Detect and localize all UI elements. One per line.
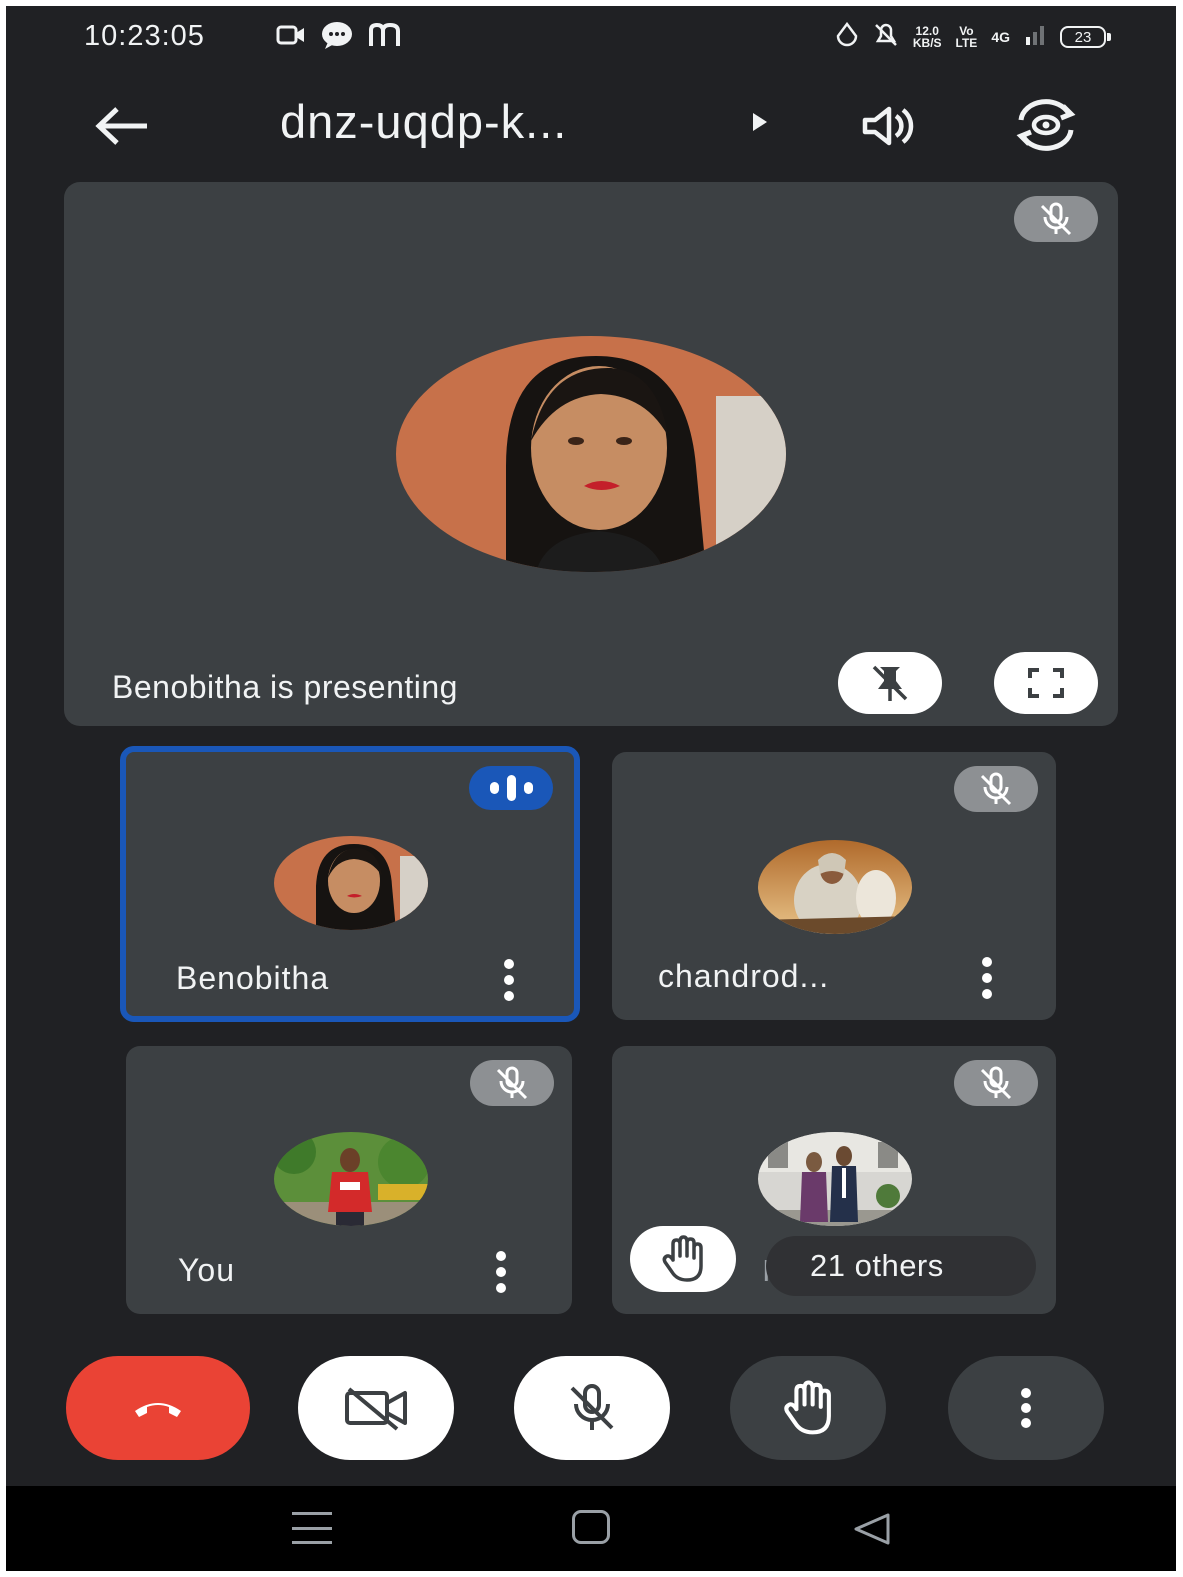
more-options-icon[interactable] (484, 1242, 518, 1302)
more-options-button[interactable] (948, 1356, 1104, 1460)
more-vert-icon (1021, 1388, 1031, 1428)
status-bar: 10:23:05 12.0 KB/S Vo LTE 4G 23 (6, 6, 1176, 68)
m-app-icon (368, 22, 402, 53)
unpin-icon (872, 665, 908, 701)
avatar (758, 1132, 912, 1226)
others-count-chip[interactable]: 21 others (766, 1236, 1036, 1296)
fullscreen-button[interactable] (994, 652, 1098, 714)
presenting-label: Benobitha is presenting (112, 669, 458, 705)
status-app-icons (276, 20, 402, 54)
mic-off-badge (954, 766, 1038, 812)
unpin-button[interactable] (838, 652, 942, 714)
camera-toggle-button[interactable] (298, 1356, 454, 1460)
raise-hand-icon (784, 1380, 831, 1435)
mic-toggle-button[interactable] (514, 1356, 670, 1460)
drop-icon (835, 21, 859, 53)
mic-off-badge (1014, 196, 1098, 242)
play-arrow-icon[interactable] (750, 111, 770, 138)
switch-camera-icon (1016, 99, 1076, 151)
participant-name: Benobitha (176, 960, 330, 996)
more-options-icon[interactable] (970, 948, 1004, 1008)
mic-off-badge (954, 1060, 1038, 1106)
avatar (274, 836, 428, 930)
end-call-icon (135, 1403, 181, 1417)
mic-off-badge (470, 1060, 554, 1106)
speaker-button[interactable] (854, 96, 924, 156)
participant-name: chandrod... (658, 958, 830, 994)
speaking-indicator-icon (469, 766, 553, 810)
more-options-icon[interactable] (492, 950, 526, 1010)
back-button[interactable] (88, 96, 158, 156)
raised-hand-icon (662, 1235, 703, 1282)
chat-bubble-icon (320, 20, 354, 55)
speaker-icon (862, 106, 914, 146)
fullscreen-icon (1028, 668, 1064, 698)
status-system-icons: 12.0 KB/S Vo LTE 4G 23 (835, 20, 1111, 54)
meeting-code[interactable]: dnz-uqdp-k... (280, 94, 567, 149)
avatar (274, 1132, 428, 1226)
raise-hand-button[interactable] (730, 1356, 886, 1460)
presenter-tile[interactable]: Benobitha is presenting (64, 182, 1118, 726)
end-call-button[interactable] (66, 1356, 250, 1460)
presenter-avatar (396, 336, 786, 572)
bell-muted-icon (873, 21, 899, 54)
mic-off-icon (1040, 202, 1072, 236)
recents-menu-icon[interactable] (292, 1512, 332, 1544)
system-nav-bar (6, 1486, 1176, 1571)
participant-tile-you[interactable]: You (126, 1046, 572, 1314)
signal-icon (1024, 23, 1046, 52)
status-time: 10:23:05 (84, 20, 205, 52)
switch-camera-button[interactable] (1008, 92, 1084, 158)
camera-off-icon (345, 1387, 407, 1431)
battery-icon: 23 (1060, 26, 1111, 48)
participant-tile-benobitha[interactable]: Benobitha (120, 746, 580, 1022)
back-triangle-icon[interactable] (852, 1512, 892, 1551)
meet-screen: 10:23:05 12.0 KB/S Vo LTE 4G 23 dnz-uqdp… (6, 6, 1176, 1571)
mic-off-icon (496, 1066, 528, 1100)
video-camera-icon (276, 24, 306, 51)
volte-indicator: Vo LTE (955, 24, 978, 50)
meeting-header: dnz-uqdp-k... (6, 76, 1176, 176)
network-type: 4G (991, 29, 1010, 45)
network-speed: 12.0 KB/S (912, 24, 942, 50)
mic-off-icon (980, 772, 1012, 806)
participant-tile-chandrod[interactable]: chandrod... (612, 752, 1056, 1020)
back-arrow-icon (95, 107, 147, 145)
participant-name: You (178, 1252, 235, 1288)
mic-off-icon (570, 1384, 614, 1430)
mic-off-icon (980, 1066, 1012, 1100)
home-icon[interactable] (572, 1510, 610, 1544)
raised-hand-chip[interactable] (630, 1226, 736, 1292)
avatar (758, 840, 912, 934)
